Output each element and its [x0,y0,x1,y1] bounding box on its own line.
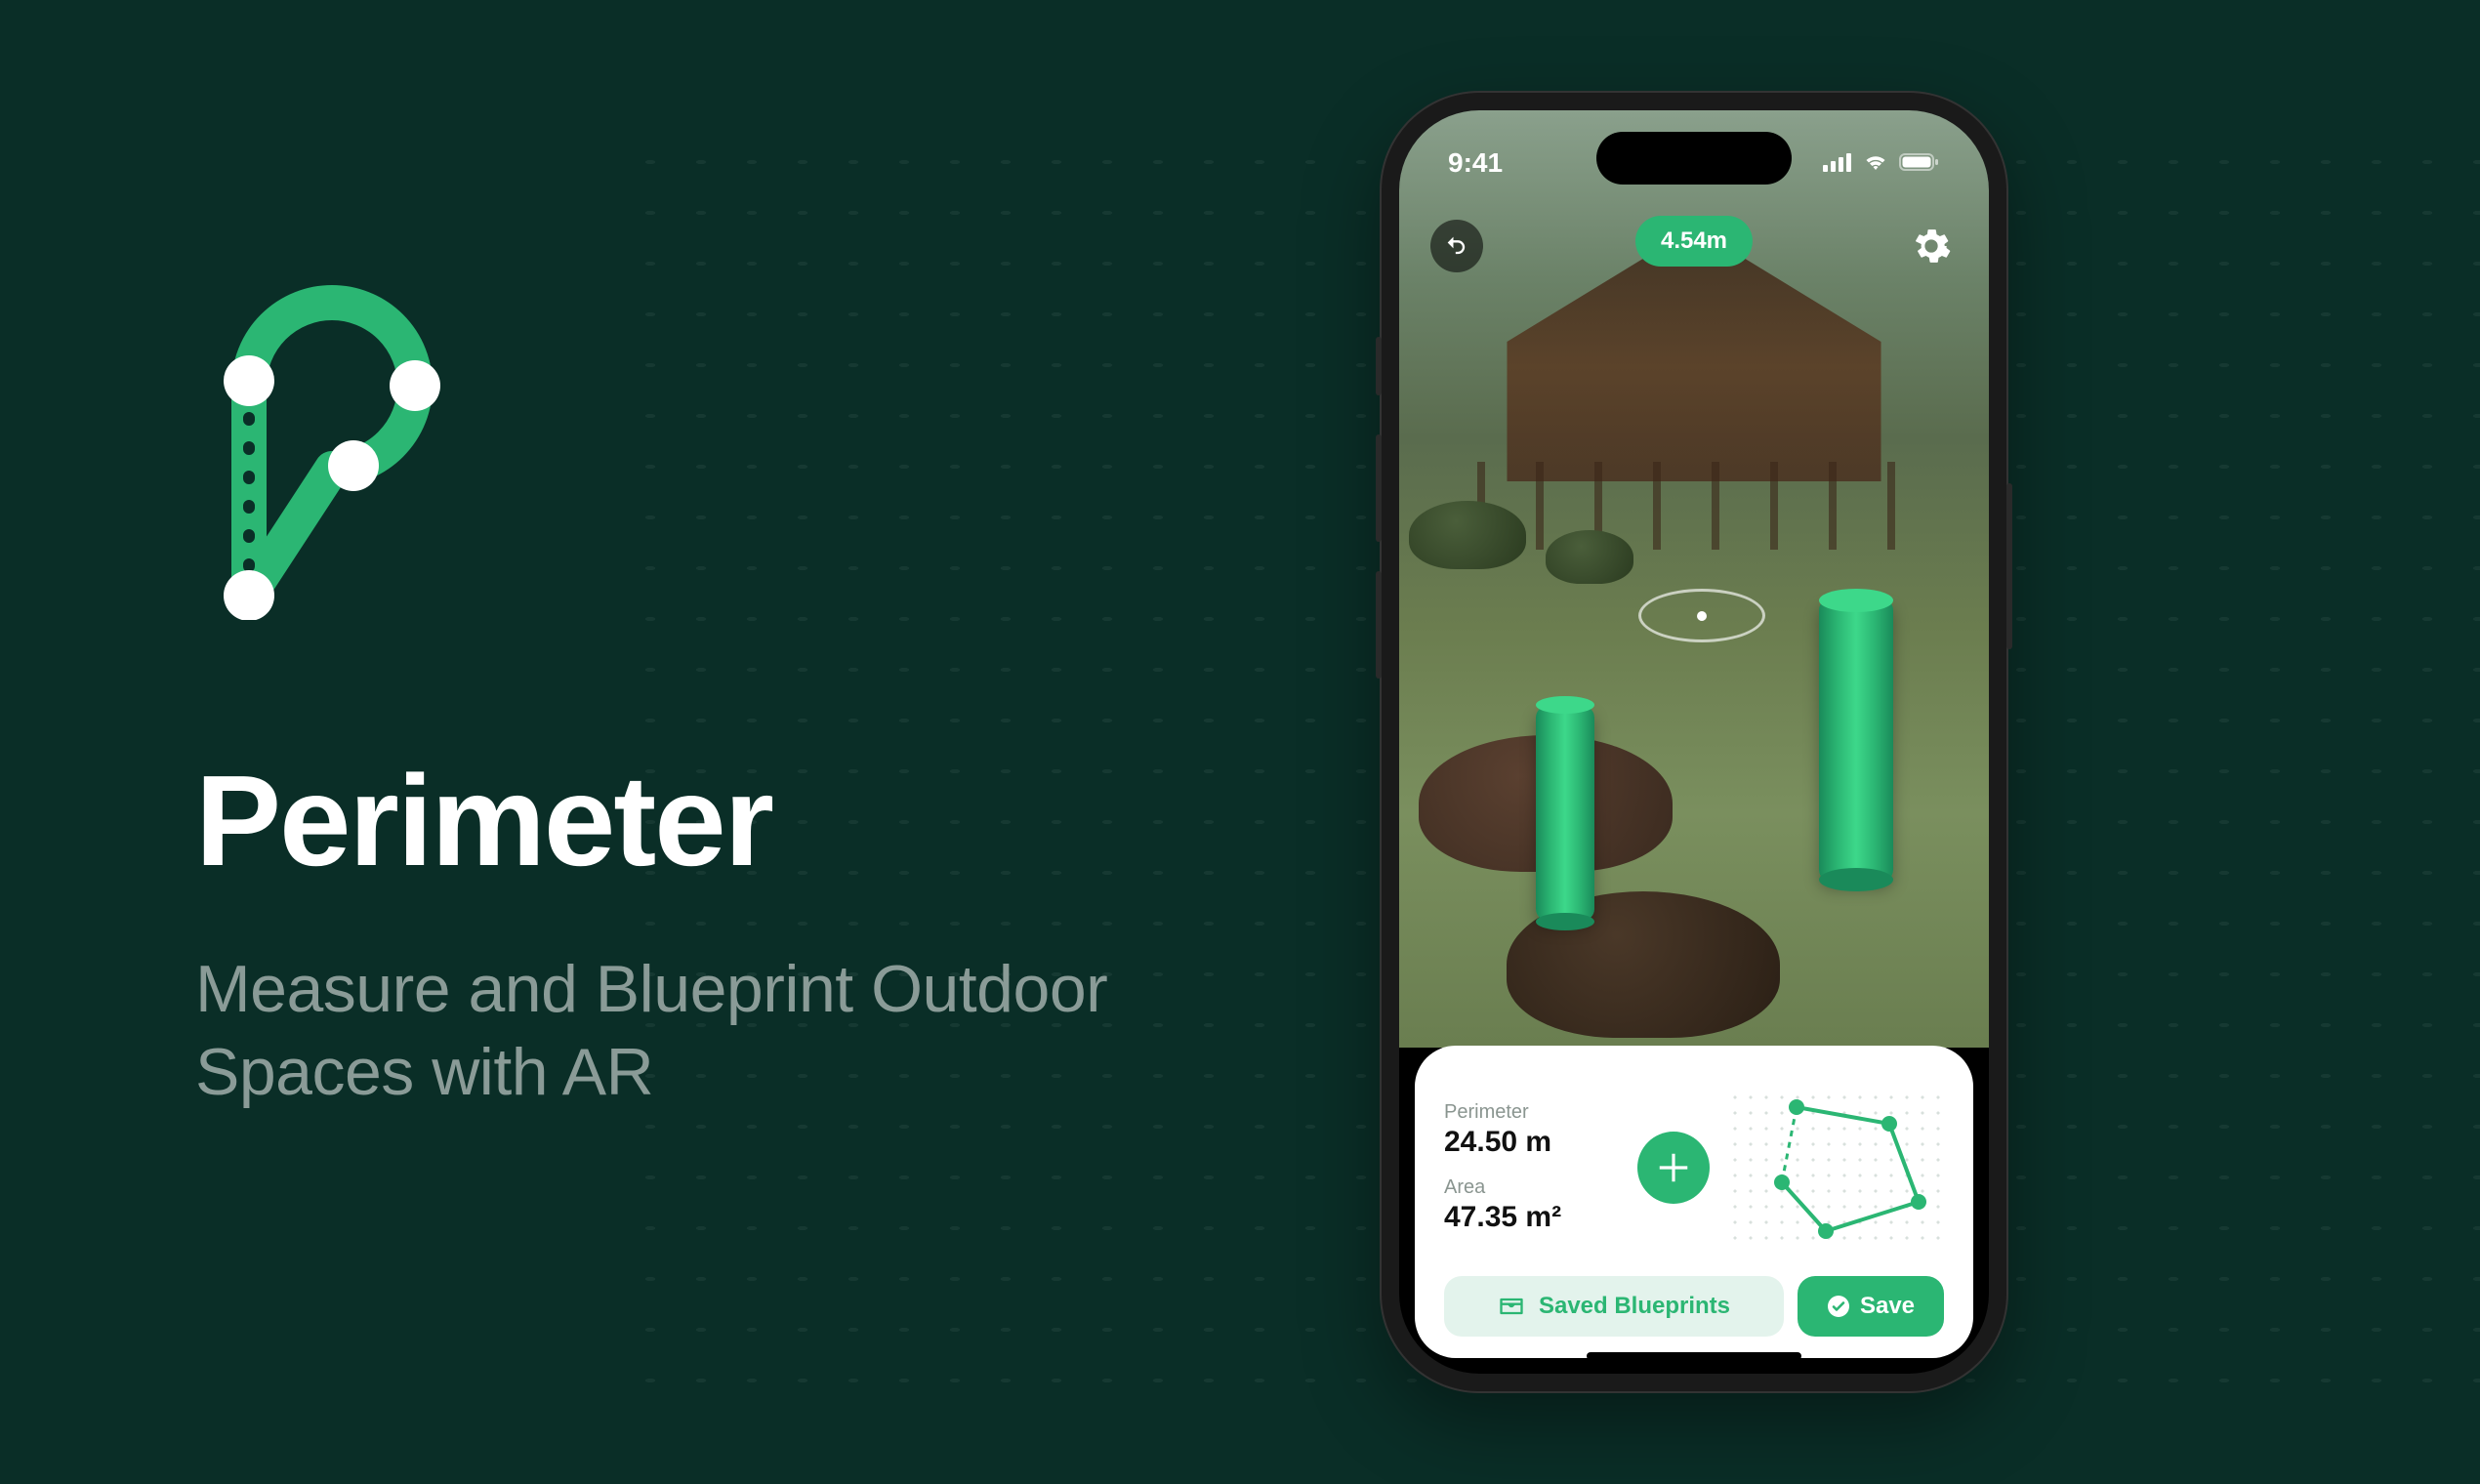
phone-volume-down [1376,571,1382,679]
phone-mute-switch [1376,337,1382,395]
signal-icon [1823,147,1852,179]
area-metric: Area 47.35 m² [1444,1176,1620,1234]
phone-power-button [2006,483,2012,649]
battery-icon [1899,147,1940,179]
perimeter-label: Perimeter [1444,1101,1620,1124]
gear-icon [1912,227,1951,266]
phone-volume-up [1376,434,1382,542]
saved-blueprints-button[interactable]: Saved Blueprints [1444,1276,1784,1337]
add-point-button[interactable] [1637,1132,1710,1204]
measurement-card: Perimeter 24.50 m Area 47.35 m² [1415,1046,1973,1358]
check-circle-icon [1827,1295,1850,1318]
hero-left-column: Perimeter Measure and Blueprint Outdoor … [195,249,1269,1114]
home-indicator [1587,1352,1801,1360]
plus-icon [1655,1149,1692,1186]
app-title: Perimeter [195,747,1269,894]
distance-pill: 4.54m [1635,216,1753,267]
perimeter-metric: Perimeter 24.50 m [1444,1101,1620,1159]
phone-mockup: 9:41 4.54m [1382,93,2006,1391]
blueprint-minimap [1727,1090,1944,1246]
dynamic-island [1596,132,1792,185]
phone-screen: 9:41 4.54m [1399,110,1989,1374]
area-value: 47.35 m² [1444,1201,1620,1234]
saved-blueprints-label: Saved Blueprints [1539,1293,1730,1320]
ar-marker [1819,598,1893,882]
status-time: 9:41 [1448,147,1503,179]
save-button[interactable]: Save [1798,1276,1944,1337]
settings-button[interactable] [1905,220,1958,272]
undo-button[interactable] [1430,220,1483,272]
app-logo [195,249,449,620]
scene-foliage [1409,501,1526,569]
app-tagline: Measure and Blueprint Outdoor Spaces wit… [195,948,1269,1114]
scene-foliage [1546,530,1633,584]
undo-icon [1443,232,1470,260]
ar-marker [1536,706,1594,921]
ar-reticle [1638,589,1765,642]
wifi-icon [1862,147,1889,179]
scene-house-stilts [1477,462,1911,550]
area-label: Area [1444,1176,1620,1199]
ar-camera-view: 4.54m [1399,110,1989,1048]
save-label: Save [1860,1293,1915,1320]
perimeter-value: 24.50 m [1444,1126,1620,1159]
tray-icon [1498,1295,1525,1318]
